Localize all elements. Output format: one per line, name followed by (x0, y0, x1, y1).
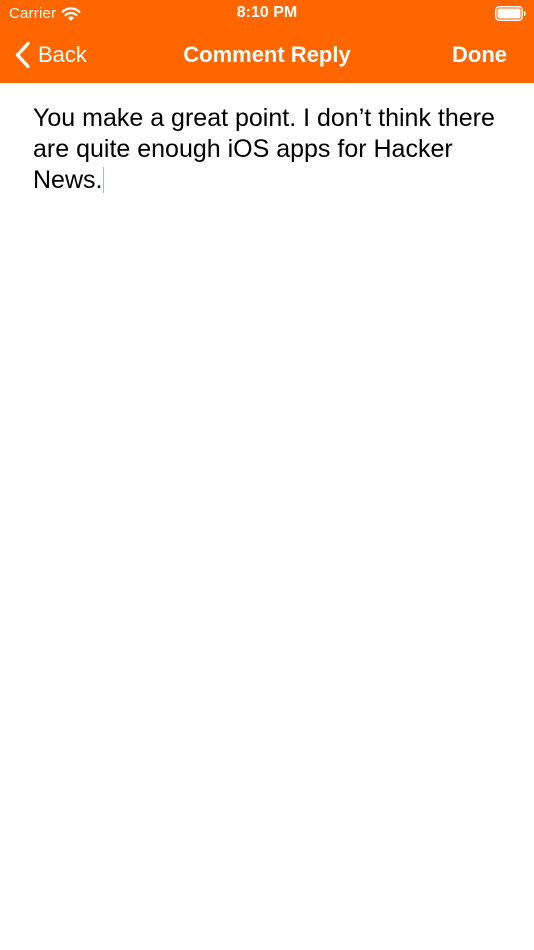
done-button[interactable]: Done (452, 42, 507, 68)
clock: 8:10 PM (236, 4, 298, 21)
comment-reply-screen: Carrier 8:10 PM Back Comment Reply Done … (0, 0, 534, 950)
reply-text: You make a great point. I don’t think th… (33, 104, 495, 194)
status-bar: Carrier 8:10 PM (0, 0, 534, 28)
text-cursor (103, 167, 105, 193)
navigation-bar: Back Comment Reply Done (0, 28, 534, 83)
battery-icon (495, 6, 526, 21)
header: Carrier 8:10 PM Back Comment Reply Done (0, 0, 534, 83)
reply-text-editor[interactable]: You make a great point. I don’t think th… (33, 103, 503, 196)
